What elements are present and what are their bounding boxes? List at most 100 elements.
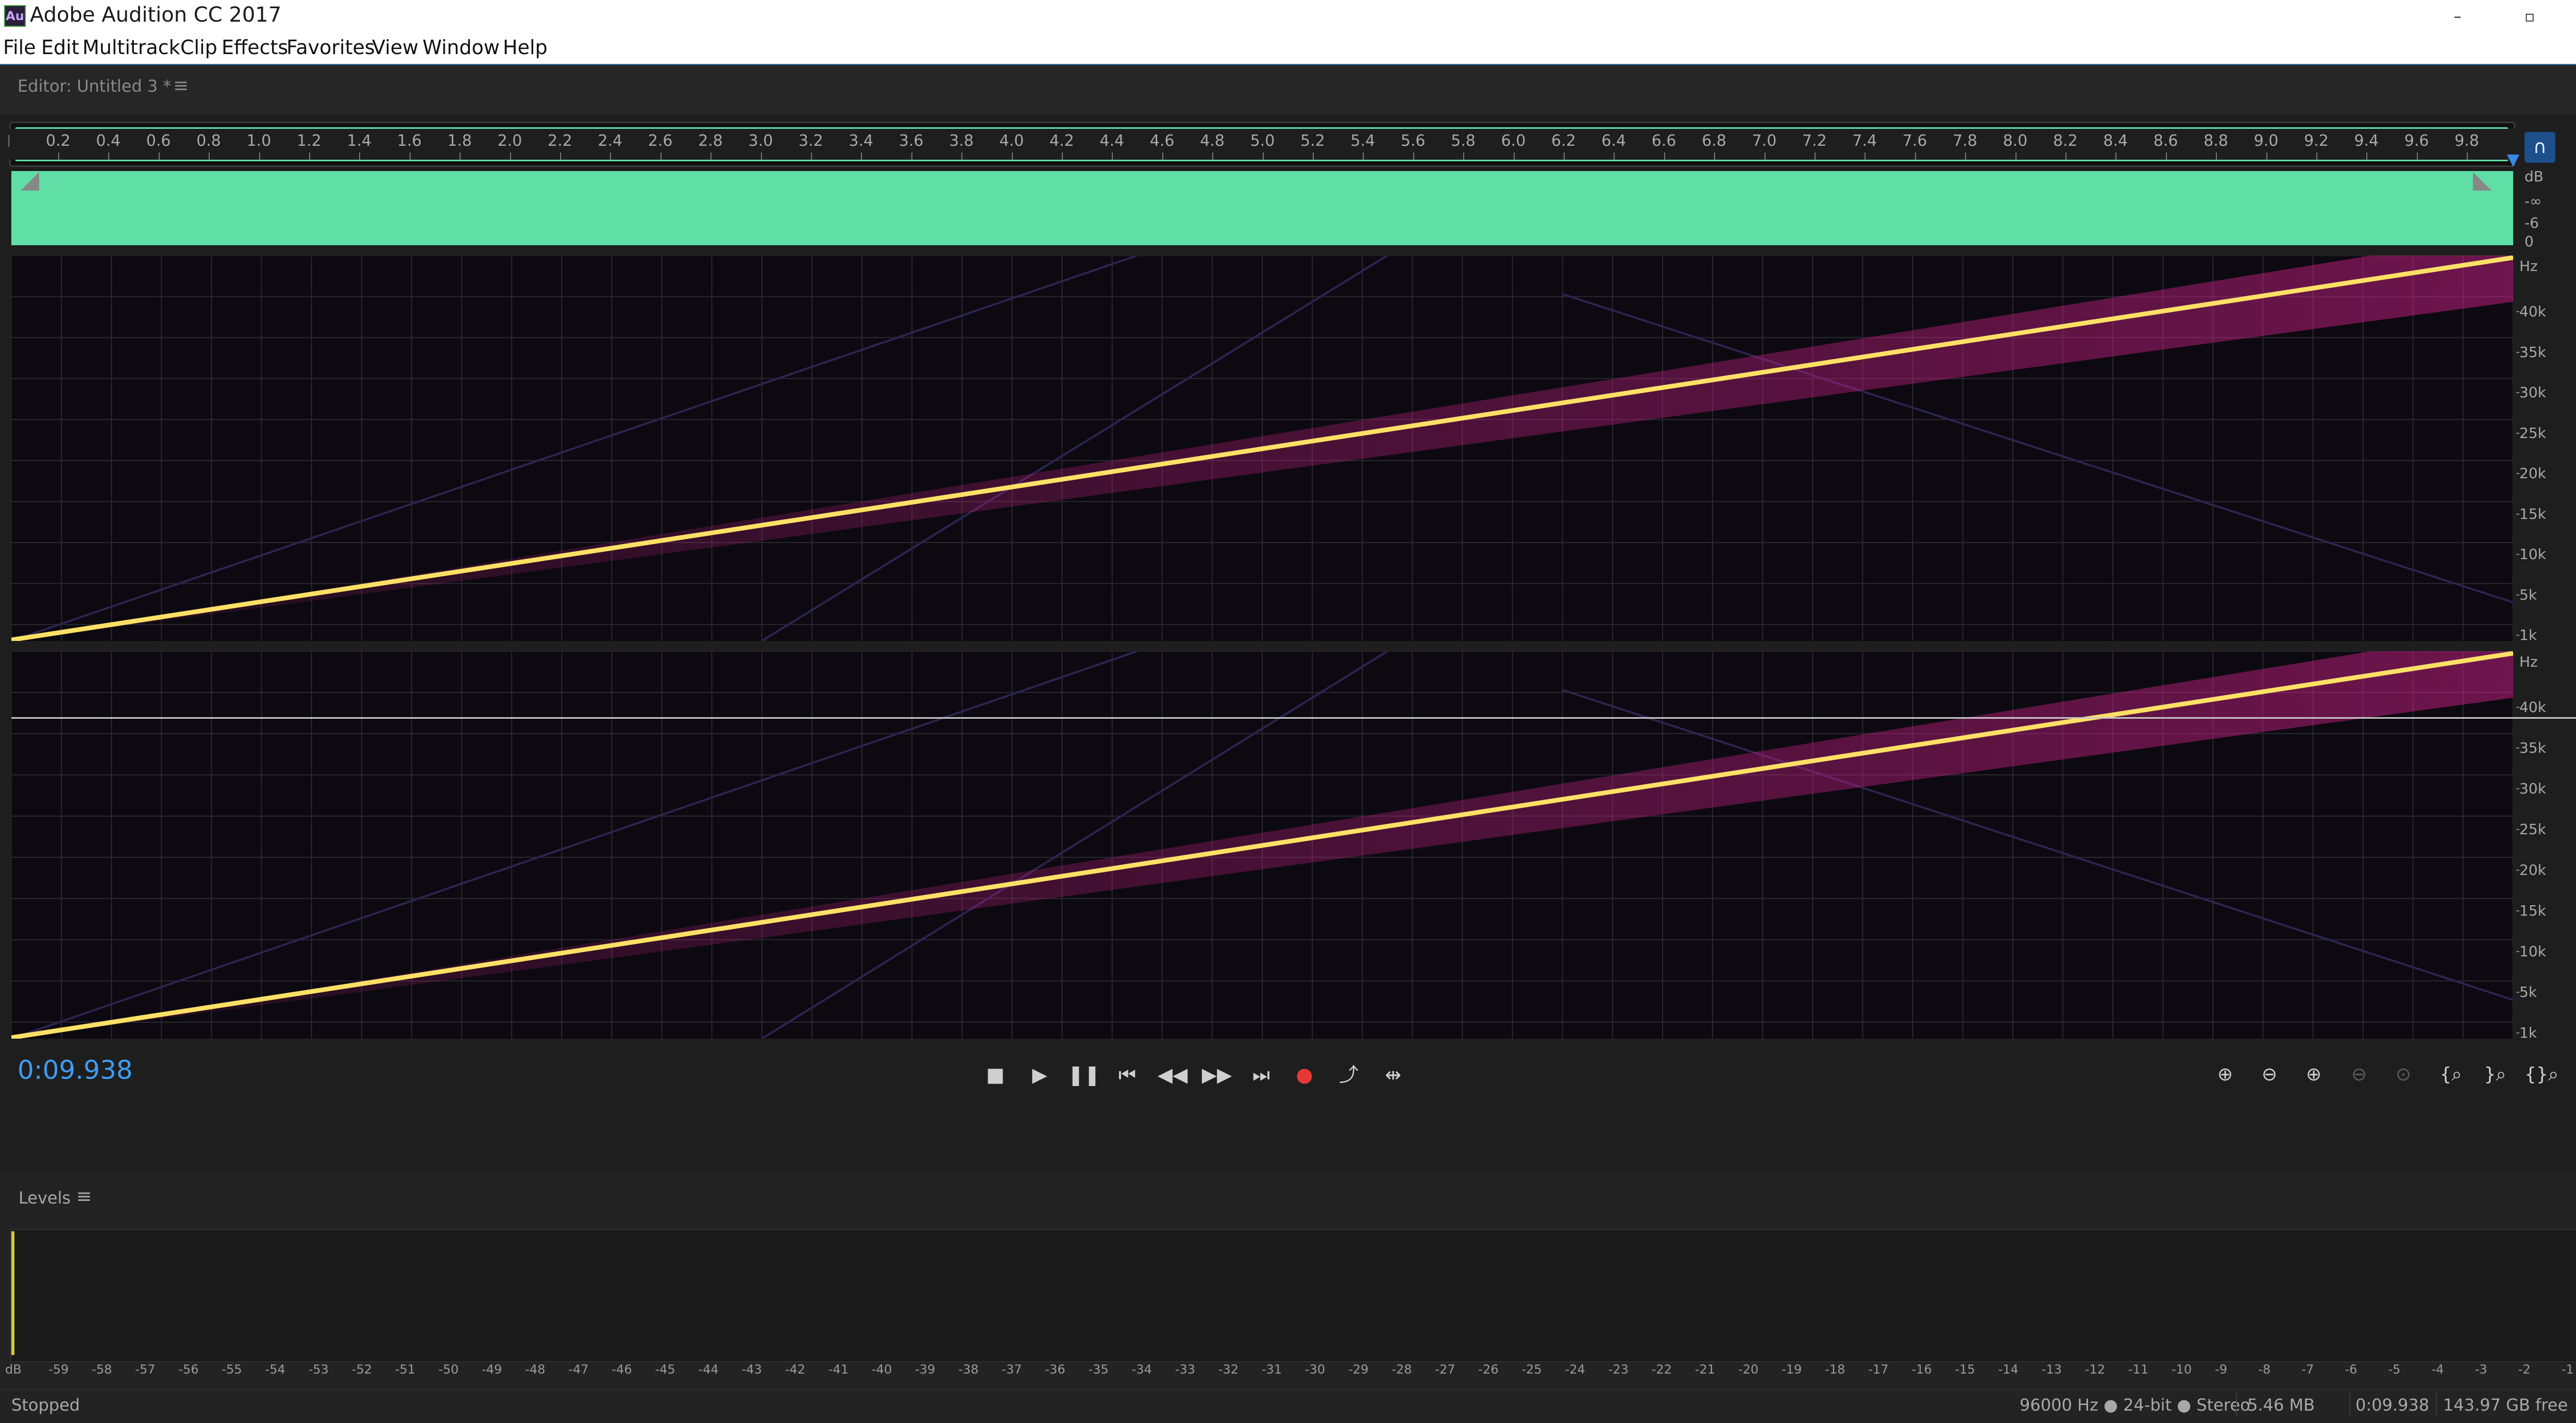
level-scale-label: -36 (1045, 1362, 1065, 1377)
editor-tab[interactable]: Editor: Untitled 3 * (18, 76, 171, 96)
levels-title: Levels (19, 1188, 71, 1208)
frequency-tick (2516, 707, 2519, 708)
level-scale-label: -9 (2215, 1362, 2228, 1377)
level-scale-label: -59 (48, 1362, 69, 1377)
frequency-label: 25k (2519, 821, 2546, 838)
frequency-label: 1k (2519, 626, 2537, 643)
ruler-tick (359, 153, 361, 160)
ruler-tick-label: 4.4 (1099, 132, 1125, 150)
level-scale-label: -24 (1565, 1362, 1585, 1377)
ruler-tick (1614, 153, 1615, 160)
panel-menu-icon[interactable]: ≡ (173, 75, 189, 96)
menu-view[interactable]: View (372, 36, 418, 59)
ruler-tick-label: 6.8 (1702, 132, 1726, 150)
level-scale-label: -33 (1175, 1362, 1195, 1377)
spectrogram-left-channel[interactable] (11, 256, 2513, 641)
frequency-label: 25k (2519, 424, 2546, 442)
menu-effects[interactable]: Effects (222, 36, 288, 59)
zoom-selection-button[interactable]: ⊙ (2385, 1058, 2421, 1091)
hamburger-menu-icon[interactable]: ☰ (2571, 128, 2576, 159)
menu-window[interactable]: Window (422, 36, 500, 59)
status-format: 96000 Hz ● 24-bit ● Stereo (2020, 1395, 2250, 1415)
fast-forward-button[interactable]: ▶▶ (1200, 1058, 1233, 1091)
ruler-tick (209, 153, 210, 160)
level-meter (10, 1229, 2576, 1362)
menu-file[interactable]: File (3, 36, 36, 59)
ruler-tick (2266, 153, 2267, 160)
zoom-out-full-time-button[interactable]: ⌕ (2572, 1058, 2576, 1091)
ruler-tick-label: 2.4 (598, 132, 623, 150)
maximize-button[interactable]: ▫ (2499, 0, 2561, 33)
time-ruler[interactable]: 0.2 0.4 0.6 0.8 1.0 1.2 1.4 1.6 1.8 2.0 2.2 2.4 2.6 2… (9, 129, 2523, 160)
level-scale-label: -7 (2301, 1362, 2314, 1377)
ruler-tick (560, 153, 561, 160)
db-label: 0 (2524, 233, 2534, 250)
ruler-tick (710, 153, 712, 160)
zoom-out-amplitude-button[interactable]: ⊖ (2251, 1058, 2287, 1091)
menu-multitrack[interactable]: Multitrack (82, 36, 180, 59)
status-duration: 0:09.938 (2355, 1395, 2430, 1415)
menu-edit[interactable]: Edit (41, 36, 79, 59)
ruler-tick-label: 6.2 (1551, 132, 1576, 150)
app-window: Au Adobe Audition CC 2017 – ▫ ✕ File Edi… (0, 0, 2576, 1423)
menu-favorites[interactable]: Favorites (286, 36, 375, 59)
zoom-in-time-button[interactable]: ⊕ (2296, 1058, 2332, 1091)
skip-selection-button[interactable]: ⇹ (1377, 1058, 1410, 1091)
ruler-tick-label: 0.4 (96, 132, 121, 150)
play-button[interactable]: ▶ (1023, 1058, 1056, 1091)
waveform-display[interactable] (11, 171, 2513, 245)
timecode-display[interactable]: 0:09.938 (18, 1055, 133, 1085)
ruler-tick-label: 8.0 (2003, 132, 2028, 150)
level-scale-label: -39 (915, 1362, 936, 1377)
channel-divider (11, 717, 2576, 719)
ruler-tick (1865, 153, 1866, 160)
close-button[interactable]: ✕ (2571, 0, 2576, 33)
spectrogram-right-channel[interactable] (11, 651, 2513, 1039)
ruler-tick (1262, 153, 1264, 160)
level-scale-label: -41 (828, 1362, 849, 1377)
record-button[interactable]: ● (1288, 1058, 1321, 1091)
menu-help[interactable]: Help (503, 36, 548, 59)
menu-clip[interactable]: Clip (180, 36, 217, 59)
frequency-tick (2516, 829, 2519, 830)
level-scale-label: -50 (438, 1362, 459, 1377)
level-scale-label: -34 (1131, 1362, 1152, 1377)
goto-end-button[interactable]: ⏭ (1245, 1058, 1278, 1091)
goto-start-button[interactable]: ⏮ (1111, 1058, 1144, 1091)
level-meter-peak (11, 1231, 14, 1355)
ruler-tick-label: 2.8 (698, 132, 723, 150)
pause-button[interactable]: ❚❚ (1067, 1058, 1100, 1091)
zoom-in-amplitude-button[interactable]: ⊕ (2207, 1058, 2243, 1091)
level-scale-label: -43 (741, 1362, 762, 1377)
level-scale-label: -54 (265, 1362, 285, 1377)
levels-menu-icon[interactable]: ≡ (76, 1186, 92, 1207)
minimize-button[interactable]: – (2427, 0, 2488, 33)
ruler-tick-label: 0.2 (46, 132, 71, 150)
zoom-in-left-button[interactable]: {⌕ (2433, 1058, 2469, 1091)
zoom-out-full-button[interactable]: ⊖ (2341, 1058, 2377, 1091)
ruler-tick-label: 2.6 (648, 132, 673, 150)
level-scale-label: -12 (2084, 1362, 2105, 1377)
headphones-icon[interactable]: ∩ (2524, 132, 2555, 163)
zoom-to-selection-button[interactable]: {}⌕ (2523, 1058, 2560, 1091)
ruler-tick (760, 153, 762, 160)
frequency-tick (2516, 1032, 2519, 1034)
stop-button[interactable]: ■ (979, 1058, 1012, 1091)
ruler-tick (2216, 153, 2217, 160)
frequency-label: 15k (2519, 505, 2546, 522)
loop-playback-button[interactable]: ⤴ (1332, 1058, 1365, 1091)
frequency-tick (2516, 473, 2519, 474)
level-scale-label: -52 (351, 1362, 372, 1377)
frequency-label: 35k (2519, 343, 2546, 361)
status-free-space: 143.97 GB free (2443, 1395, 2568, 1415)
ruler-tick (1914, 153, 1916, 160)
ruler-tick-label: 8.4 (2103, 132, 2128, 150)
frequency-tick (2516, 311, 2519, 312)
level-scale-label: -46 (612, 1362, 632, 1377)
menu-bar: File Edit Multitrack Clip Effects Favori… (0, 33, 2576, 64)
level-scale-label: -6 (2345, 1362, 2358, 1377)
ruler-tick (1463, 153, 1465, 160)
ruler-tick-label: 1.2 (297, 132, 321, 150)
zoom-in-right-button[interactable]: }⌕ (2477, 1058, 2513, 1091)
rewind-button[interactable]: ◀◀ (1156, 1058, 1189, 1091)
